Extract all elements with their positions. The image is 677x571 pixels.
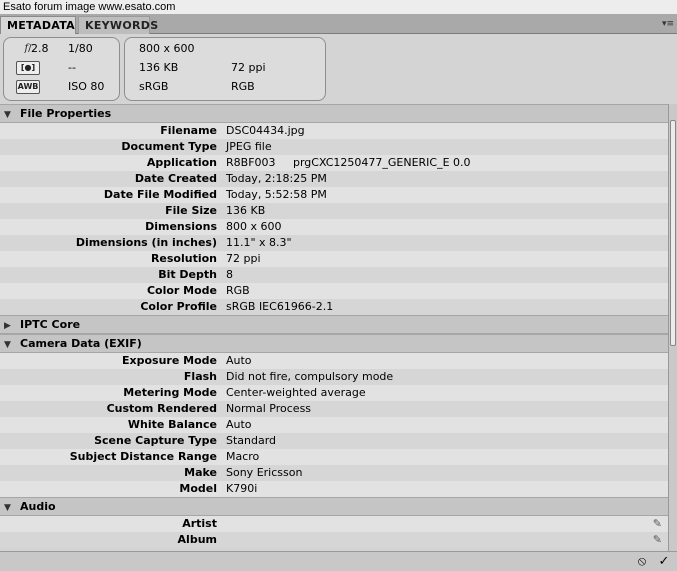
table-row: Metering Mode Center-weighted average (0, 385, 668, 401)
expanded-triangle-icon: ▼ (4, 503, 11, 513)
collapsed-triangle-icon: ▶ (4, 321, 11, 331)
summary-color-mode: RGB (231, 80, 255, 93)
table-row: White Balance Auto (0, 417, 668, 433)
expanded-triangle-icon: ▼ (4, 340, 11, 350)
table-row: Resolution 72 ppi (0, 251, 668, 267)
aperture-value: 2.8 (31, 42, 49, 55)
table-row: File Size 136 KB (0, 203, 668, 219)
iso-value: ISO 80 (68, 80, 105, 93)
summary-resolution: 72 ppi (231, 61, 266, 74)
table-row: Color Mode RGB (0, 283, 668, 299)
summary-file-size: 136 KB (139, 61, 179, 74)
window-title: Esato forum image www.esato.com (0, 0, 677, 14)
section-file-properties[interactable]: ▼ File Properties (0, 104, 668, 123)
panel-menu-icon[interactable]: ▾≡ (661, 17, 675, 31)
table-row: Dimensions (in inches) 11.1" x 8.3" (0, 235, 668, 251)
table-row: Bit Depth 8 (0, 267, 668, 283)
table-row: Dimensions 800 x 600 (0, 219, 668, 235)
edit-pencil-icon[interactable]: ✎ (653, 516, 662, 532)
bottom-toolbar: ⦸ ✓ (0, 551, 677, 571)
summary-color-profile: sRGB (139, 80, 169, 93)
expanded-triangle-icon: ▼ (4, 110, 11, 120)
checkmark-icon[interactable]: ✓ (656, 554, 672, 570)
metadata-list: ▼ File Properties Filename DSC04434.jpg Do… (0, 104, 668, 551)
section-audio[interactable]: ▼ Audio (0, 497, 668, 516)
table-row: Exposure Mode Auto (0, 353, 668, 369)
table-row: Custom Rendered Normal Process (0, 401, 668, 417)
tab-metadata[interactable]: METADATA (0, 16, 76, 34)
table-row: Make Sony Ericsson (0, 465, 668, 481)
panel-tab-bar: METADATA KEYWORDS ▾≡ (0, 14, 677, 34)
camera-data-rows: Exposure Mode Auto Flash Did not fire, com… (0, 353, 668, 497)
table-row: Flash Did not fire, compulsory mode (0, 369, 668, 385)
tab-keywords[interactable]: KEYWORDS (78, 16, 158, 34)
metering-value: -- (68, 61, 76, 74)
table-row: Date File Modified Today, 5:52:58 PM (0, 187, 668, 203)
shutter-speed-value: 1/80 (68, 42, 93, 55)
metadata-summary: f/ 2.8 1/80 [●] -- AWB ISO 80 800 x 600 … (0, 35, 677, 104)
audio-rows: Artist ✎ Album ✎ (0, 516, 668, 548)
table-row: Date Created Today, 2:18:25 PM (0, 171, 668, 187)
file-properties-rows: Filename DSC04434.jpg Document Type JPEG f… (0, 123, 668, 315)
section-camera-data[interactable]: ▼ Camera Data (EXIF) (0, 334, 668, 353)
summary-dimensions: 800 x 600 (139, 42, 195, 55)
table-row: Color Profile sRGB IEC61966-2.1 (0, 299, 668, 315)
camera-summary-box: f/ 2.8 1/80 [●] -- AWB ISO 80 (3, 37, 120, 101)
table-row: Subject Distance Range Macro (0, 449, 668, 465)
section-iptc-core[interactable]: ▶ IPTC Core (0, 315, 668, 334)
table-row: Application R8BF003 prgCXC1250477_GENERIC… (0, 155, 668, 171)
white-balance-icon: AWB (16, 80, 40, 94)
file-summary-box: 800 x 600 136 KB 72 ppi sRGB RGB (124, 37, 326, 101)
table-row[interactable]: Artist ✎ (0, 516, 668, 532)
table-row[interactable]: Album ✎ (0, 532, 668, 548)
scrollbar-thumb[interactable] (670, 120, 676, 346)
table-row: Scene Capture Type Standard (0, 433, 668, 449)
vertical-scrollbar[interactable] (668, 104, 677, 551)
metering-icon: [●] (16, 61, 40, 75)
edit-pencil-icon[interactable]: ✎ (653, 532, 662, 548)
table-row: Document Type JPEG file (0, 139, 668, 155)
table-row: Model K790i (0, 481, 668, 497)
cancel-icon[interactable]: ⦸ (634, 554, 650, 570)
table-row: Filename DSC04434.jpg (0, 123, 668, 139)
